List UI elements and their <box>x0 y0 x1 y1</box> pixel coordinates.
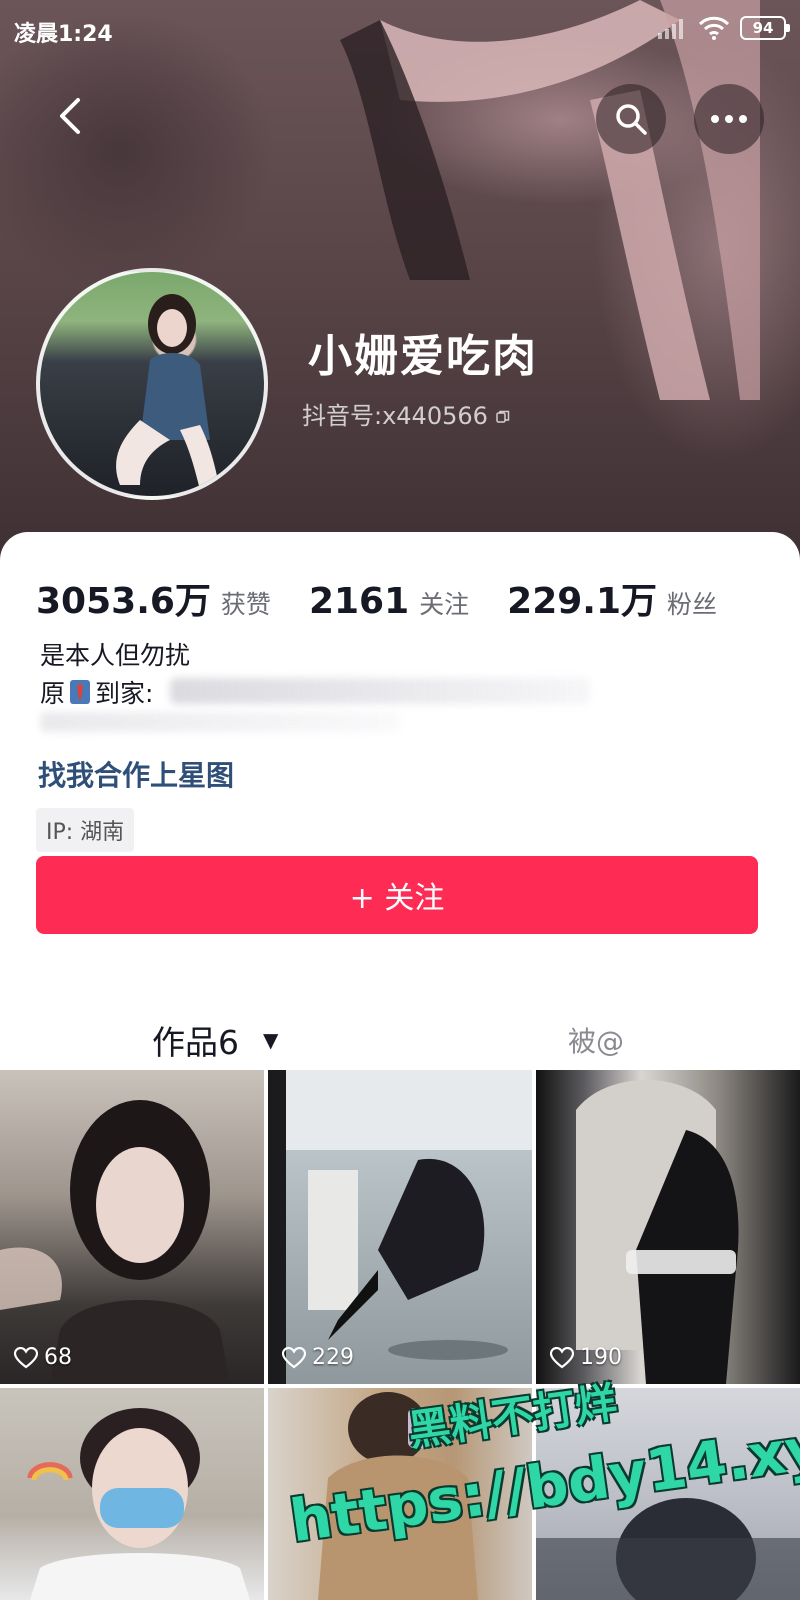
ip-location-tag: IP: 湖南 <box>36 808 135 852</box>
profile-cover: 凌晨1:24 94 小姗爱吃肉 抖音号:x440566 <box>0 0 800 560</box>
account-id[interactable]: 抖音号:x440566 <box>302 396 510 431</box>
bio-line-2-prefix: 原 <box>40 679 66 708</box>
video-cover-image <box>27 1408 250 1600</box>
status-bar: 凌晨1:24 94 <box>0 0 800 60</box>
necktie-icon <box>70 680 91 704</box>
stat-followers-label: 粉丝 <box>667 590 718 619</box>
video-cover-image <box>268 1070 532 1384</box>
tab-mentions[interactable]: 被@ <box>568 1020 624 1060</box>
status-time: 凌晨1:24 <box>14 22 113 47</box>
account-id-text: 抖音号:x440566 <box>302 402 488 430</box>
like-count-value: 68 <box>44 1345 72 1370</box>
like-count: 68 <box>14 1345 72 1370</box>
avatar[interactable] <box>36 268 268 500</box>
tab-works-label: 作品6 <box>152 1023 239 1062</box>
stat-following-label: 关注 <box>419 590 470 619</box>
bio-line-1: 是本人但勿扰 <box>40 641 191 670</box>
heart-icon <box>14 1346 38 1368</box>
stat-likes-label: 获赞 <box>220 590 271 619</box>
video-thumbnail[interactable] <box>0 1388 264 1600</box>
profile-tabs: 作品6 ▼ 被@ <box>0 1004 800 1064</box>
stat-followers-value: 229.1万 <box>507 581 658 622</box>
follow-button[interactable]: + 关注 <box>36 856 758 934</box>
video-thumbnail[interactable]: 68 <box>0 1070 264 1384</box>
stat-likes-value: 3053.6万 <box>36 581 211 622</box>
video-thumbnail[interactable]: 229 <box>268 1070 532 1384</box>
copy-icon[interactable] <box>495 410 510 424</box>
signal-icon <box>658 19 683 39</box>
like-count-value: 190 <box>580 1345 622 1370</box>
stat-likes[interactable]: 3053.6万 获赞 <box>36 572 271 624</box>
video-cover-image <box>0 1100 230 1384</box>
like-count: 229 <box>282 1345 354 1370</box>
redacted-bio-text <box>170 678 590 704</box>
wifi-icon <box>698 16 730 40</box>
heart-icon <box>550 1346 574 1368</box>
search-button[interactable] <box>596 84 666 154</box>
profile-nickname: 小姗爱吃肉 <box>308 331 538 382</box>
like-count: 190 <box>550 1345 622 1370</box>
like-count-value: 229 <box>312 1345 354 1370</box>
video-thumbnail[interactable]: 190 <box>536 1070 800 1384</box>
stat-following[interactable]: 2161 关注 <box>309 581 469 622</box>
stat-following-value: 2161 <box>308 581 410 622</box>
video-cover-image <box>576 1080 739 1384</box>
heart-icon <box>282 1346 306 1368</box>
stat-followers[interactable]: 229.1万 粉丝 <box>507 572 717 624</box>
battery-icon: 94 <box>740 16 790 40</box>
avatar-photo <box>116 294 220 490</box>
status-icons: 94 <box>658 16 790 40</box>
redacted-bio-text <box>40 712 400 732</box>
star-map-link[interactable]: 找我合作上星图 <box>38 754 234 794</box>
stats-row: 3053.6万 获赞 2161 关注 229.1万 粉丝 <box>36 572 755 624</box>
more-icon <box>711 115 747 123</box>
bio-line-2: 原 到家: <box>40 674 153 710</box>
chevron-left-icon <box>60 98 80 134</box>
bio-line-2-suffix: 到家: <box>95 679 154 708</box>
search-icon <box>616 104 647 135</box>
more-button[interactable] <box>694 84 764 154</box>
back-button[interactable] <box>46 88 94 144</box>
tab-works[interactable]: 作品6 ▼ <box>152 1016 278 1064</box>
caret-down-icon[interactable]: ▼ <box>263 1028 278 1052</box>
